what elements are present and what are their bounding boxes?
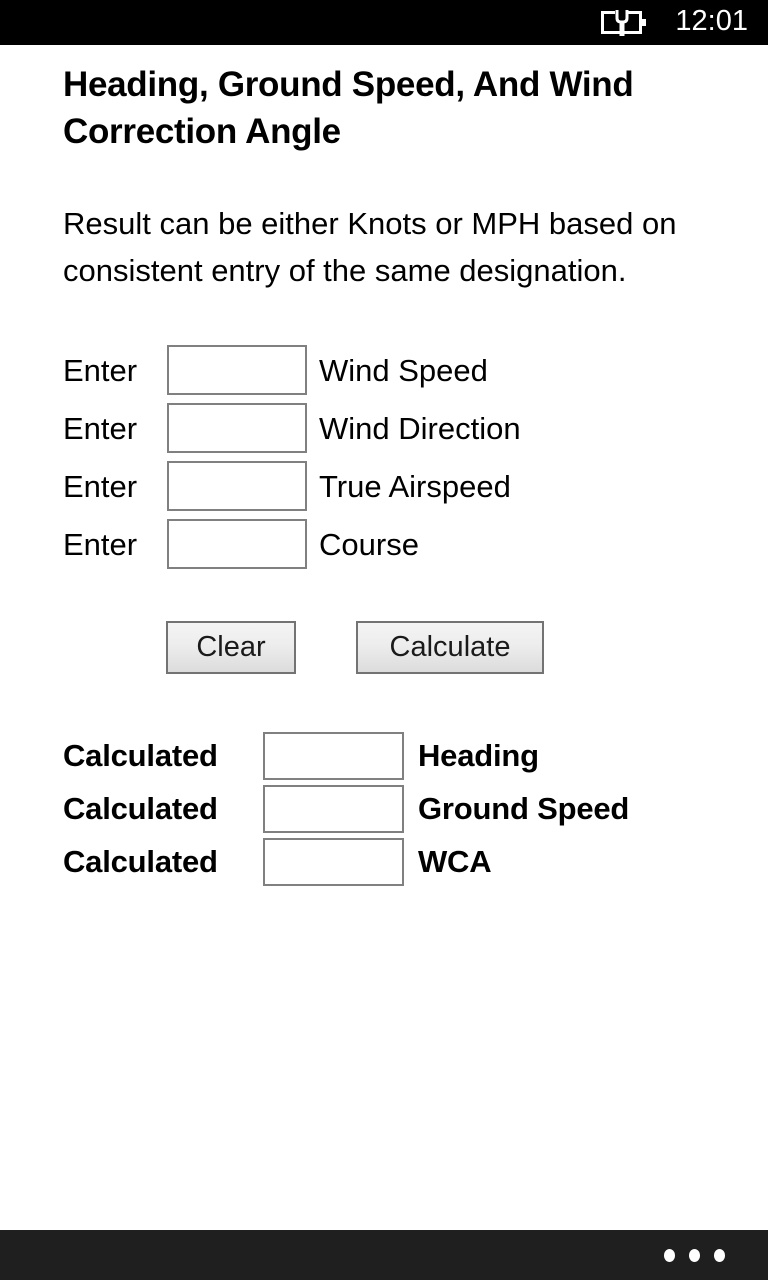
page-title: Heading, Ground Speed, And Wind Correcti… [63,65,634,151]
battery-charging-icon [601,9,647,36]
status-bar: 12:01 [0,0,768,45]
input-row-course: Enter Course [63,515,748,573]
wca-output[interactable] [263,837,404,886]
result-row-ground-speed: Calculated Ground Speed [63,782,748,835]
page-content: Heading, Ground Speed, And Wind Correcti… [0,45,768,1230]
wind-speed-input[interactable] [167,345,307,395]
input-suffix-label: Wind Speed [319,352,488,388]
result-suffix-label: Ground Speed [418,791,630,826]
bottom-nav-bar [0,1230,768,1280]
input-row-wind-speed: Enter Wind Speed [63,341,748,399]
ellipsis-dot [714,1248,725,1262]
ellipsis-dot [664,1248,675,1262]
input-prefix-label: Enter [63,352,138,388]
results-group: Calculated Heading Calculated Ground Spe… [63,729,748,888]
course-input[interactable] [167,519,307,569]
button-row: Clear Calculate [63,621,748,674]
input-suffix-label: True Airspeed [319,468,511,504]
clear-button[interactable]: Clear [166,621,296,674]
result-prefix-label: Calculated [63,791,218,826]
result-row-wca: Calculated WCA [63,835,748,888]
result-prefix-label: Calculated [63,738,218,773]
true-airspeed-input[interactable] [167,461,307,511]
wind-direction-input[interactable] [167,403,307,453]
input-prefix-label: Enter [63,526,138,562]
calculate-button[interactable]: Calculate [356,621,544,674]
input-suffix-label: Wind Direction [319,410,521,446]
phone-screen: 12:01 Heading, Ground Speed, And Wind Co… [0,0,768,1280]
result-prefix-label: Calculated [63,844,218,879]
input-row-true-airspeed: Enter True Airspeed [63,457,748,515]
status-bar-clock: 12:01 [675,5,748,37]
result-suffix-label: WCA [418,844,492,879]
result-row-heading: Calculated Heading [63,729,748,782]
page-description: Result can be either Knots or MPH based … [63,206,677,288]
input-row-wind-direction: Enter Wind Direction [63,399,748,457]
ellipsis-icon[interactable] [664,1248,725,1262]
ellipsis-dot [689,1248,700,1262]
input-prefix-label: Enter [63,410,138,446]
input-fields-group: Enter Wind Speed Enter Wind Direction En… [63,341,748,573]
input-suffix-label: Course [319,526,419,562]
heading-output[interactable] [263,731,404,780]
result-suffix-label: Heading [418,738,539,773]
ground-speed-output[interactable] [263,784,404,833]
input-prefix-label: Enter [63,468,138,504]
